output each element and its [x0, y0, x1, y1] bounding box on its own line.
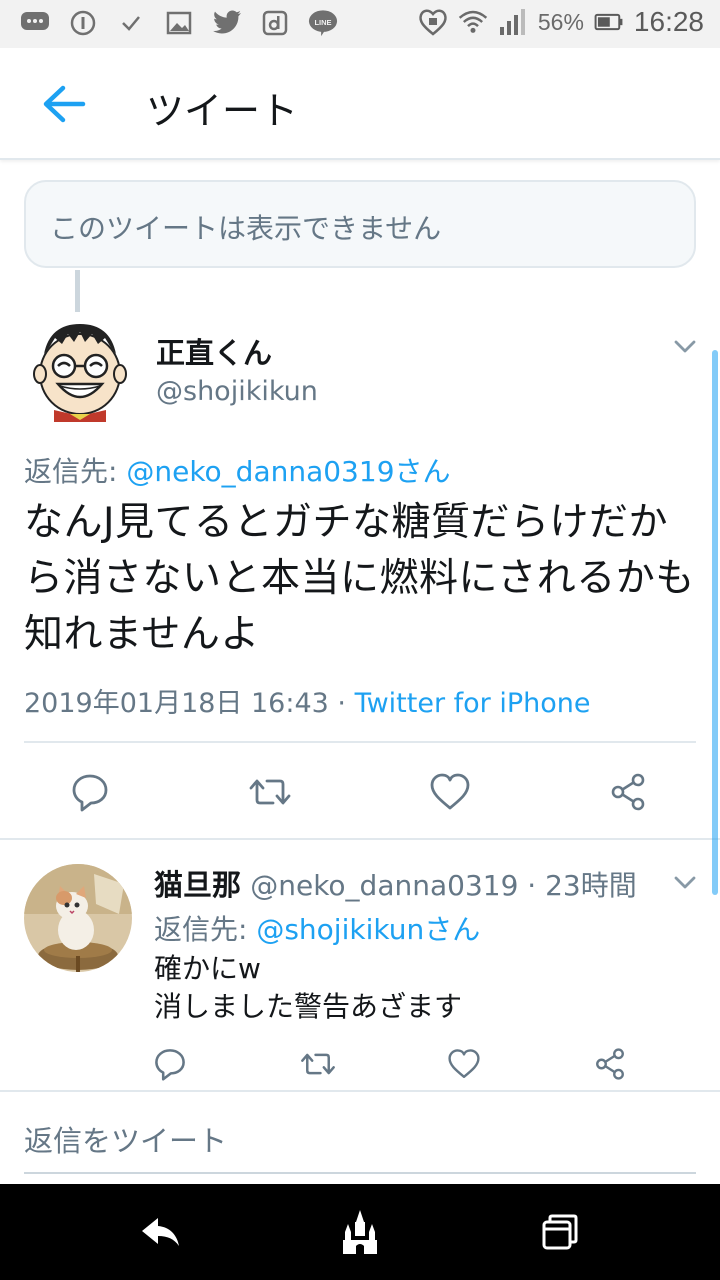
like-button[interactable]: [436, 1040, 492, 1088]
retweet-button[interactable]: [290, 1040, 346, 1088]
meta-separator: ·: [328, 688, 355, 719]
reply-header: 猫旦那 @neko_danna0319 · 23時間: [154, 862, 637, 904]
reply-icon: [72, 774, 108, 812]
heart-lock-icon: [418, 7, 448, 37]
retweet-button[interactable]: [242, 764, 298, 820]
avatar[interactable]: [24, 864, 132, 972]
divider: [0, 1090, 720, 1092]
system-status: 56% 16:28: [418, 6, 704, 38]
reply-button[interactable]: [62, 764, 118, 820]
reply-action-bar: [0, 1040, 720, 1088]
reply-text: 確かにw 消しました警告あざます: [154, 952, 463, 1023]
unavailable-tweet-notice: このツイートは表示できません: [24, 180, 696, 268]
share-button[interactable]: [600, 764, 656, 820]
d-app-icon: [260, 8, 290, 38]
tweet-meta: 2019年01月18日 16:43 · Twitter for iPhone: [24, 681, 591, 720]
tweet-timestamp: 2019年01月18日 16:43: [24, 688, 329, 719]
back-icon: [142, 1218, 179, 1246]
scrollbar[interactable]: [712, 350, 718, 895]
reply-to-line: 返信先: @neko_danna0319さん: [24, 450, 451, 490]
retweet-icon: [301, 1053, 335, 1075]
wifi-icon: [458, 7, 488, 37]
reply-to-mention[interactable]: @shojikikunさん: [256, 913, 480, 946]
share-icon: [611, 773, 645, 811]
like-button[interactable]: [422, 764, 478, 820]
svg-text:LINE: LINE: [314, 18, 331, 27]
chevron-down-icon[interactable]: [670, 870, 700, 894]
nav-home-button[interactable]: [332, 1204, 388, 1260]
reply-icon: [155, 1049, 185, 1081]
tweet-source-link[interactable]: Twitter for iPhone: [355, 688, 591, 719]
battery-icon: [594, 7, 624, 37]
recents-icon: [542, 1214, 578, 1250]
divider: [24, 741, 696, 743]
back-arrow-icon: [43, 85, 86, 123]
page-title: ツイート: [146, 89, 299, 133]
meta-separator: ·: [518, 869, 546, 902]
tweet-author-name[interactable]: 正直くん: [156, 330, 272, 372]
clock: 16:28: [633, 6, 704, 37]
reply-author-name[interactable]: 猫旦那: [154, 868, 241, 902]
tweet-text: なんJ見てるとガチな糖質だらけだから消さないと本当に燃料にされるかも知れませんよ: [24, 500, 695, 657]
app-header: ツイート: [0, 48, 720, 160]
check-icon: [116, 8, 146, 38]
reply-time-ago: 23時間: [545, 869, 637, 902]
castle-icon: [343, 1210, 377, 1254]
twitter-bird-icon: [212, 8, 242, 38]
nav-back-button[interactable]: [132, 1204, 188, 1260]
nav-recents-button[interactable]: [532, 1204, 588, 1260]
divider: [0, 838, 720, 840]
avatar[interactable]: [30, 316, 130, 422]
heart-icon: [448, 1049, 480, 1078]
compose-underline: [24, 1172, 696, 1174]
tweet-author-handle[interactable]: @shojikikun: [156, 376, 318, 407]
share-button[interactable]: [582, 1040, 638, 1088]
thread-connector-line: [75, 270, 80, 312]
reply-to-prefix: 返信先:: [24, 455, 127, 488]
retweet-icon: [249, 779, 291, 805]
reply-to-prefix: 返信先:: [154, 913, 257, 946]
reply-to-mention[interactable]: @neko_danna0319さん: [126, 455, 450, 488]
chevron-down-icon[interactable]: [670, 334, 700, 358]
reply-to-line: 返信先: @shojikikunさん: [154, 908, 480, 948]
reply-button[interactable]: [142, 1040, 198, 1088]
reply-author-handle[interactable]: @neko_danna0319: [250, 869, 518, 902]
system-nav-bar: [0, 1184, 720, 1280]
chat-bubble-icon: [20, 8, 50, 38]
signal-icon: [498, 7, 528, 37]
status-bar: LINE 56% 16:28: [0, 0, 720, 48]
heart-icon: [430, 773, 470, 810]
reply-compose-input[interactable]: 返信をツイート: [24, 1118, 227, 1160]
unavailable-tweet-text: このツイートは表示できません: [50, 212, 442, 245]
battery-percent: 56%: [537, 8, 584, 35]
notification-icons: LINE: [20, 8, 338, 38]
line-app-icon: LINE: [308, 8, 338, 38]
image-icon: [164, 8, 194, 38]
share-icon: [596, 1048, 624, 1080]
back-button[interactable]: [36, 80, 92, 128]
tweet-action-bar: [0, 764, 720, 820]
info-circle-icon: [68, 8, 98, 38]
